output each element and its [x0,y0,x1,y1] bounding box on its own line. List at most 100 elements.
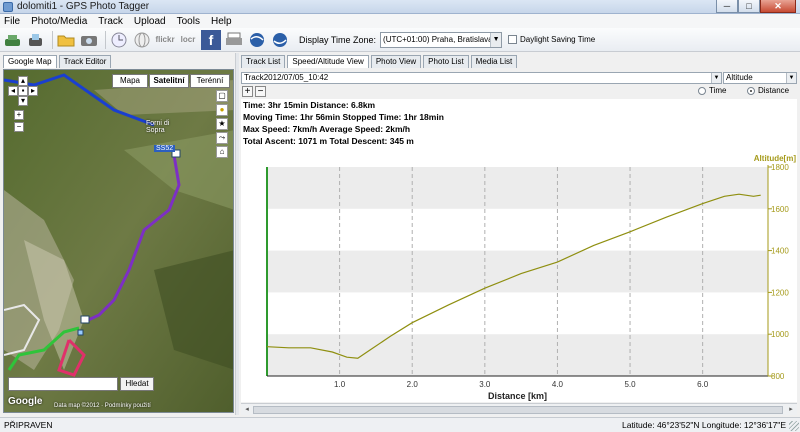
photo-marker[interactable] [80,315,90,324]
x-tick-label: 2.0 [407,380,419,389]
x-tick-label: 6.0 [697,380,709,389]
toolbar-separator [52,30,53,49]
map-type-satellite[interactable]: Satelitní [149,74,189,88]
menu-upload[interactable]: Upload [134,16,166,27]
scroll-left-icon[interactable]: ◂ [242,405,252,415]
map-type-map[interactable]: Mapa [112,74,148,88]
map-side-controls: ▢ ● ★ ⤳ ⌂ [216,90,230,158]
scroll-thumb[interactable] [253,406,783,414]
open-folder-icon[interactable] [56,30,76,50]
track-stats: Time: 3hr 15min Distance: 6.8km Moving T… [241,99,797,147]
flickr-icon[interactable]: flickr [155,30,175,50]
map-search-input[interactable] [8,377,118,391]
altitude-chart[interactable]: 1.0 2.0 3.0 4.0 5.0 6.0 800 1000 1200 1400 1600 180… [241,147,797,402]
road-badge: SS52 [154,145,176,152]
tab-google-map[interactable]: Google Map [3,55,57,68]
route-icon[interactable]: ⤳ [216,132,228,144]
google-logo: Google [8,396,43,407]
x-axis-label: Distance [km] [488,391,547,401]
clock-icon[interactable] [109,30,129,50]
timezone-value: (UTC+01:00) Praha, Bratislava, Buda [383,35,501,44]
y-axis-label: Altitude[m] [754,154,797,163]
map-view[interactable]: Mapa Satelitní Terénní ▴ ◂ ▪ ▸ ▾ + − ▢ ●… [3,69,234,413]
status-text: PŘIPRAVEN [4,420,53,430]
satellite-imagery [4,70,233,412]
horizontal-scrollbar[interactable]: ◂ ▸ [241,403,797,415]
track-select-value: Track2012/07/05_10:42 [244,73,329,82]
right-tab-strip: Track List Speed/Altitude View Photo Vie… [241,55,519,69]
map-type-terrain[interactable]: Terénní [190,74,230,88]
menu-file[interactable]: File [4,16,20,27]
x-tick-label: 1.0 [334,380,346,389]
tab-track-list[interactable]: Track List [241,55,286,68]
stats-time-distance: Time: 3hr 15min Distance: 6.8km [243,100,376,110]
tab-media-list[interactable]: Media List [470,55,518,68]
pan-right-icon[interactable]: ▸ [28,86,38,96]
facebook-icon[interactable]: f [201,29,221,50]
toolbar-separator [105,30,106,49]
maximize-button[interactable]: □ [738,0,760,13]
pan-down-icon[interactable]: ▾ [18,96,28,106]
dst-label: Daylight Saving Time [520,35,596,44]
time-radio[interactable] [698,86,706,95]
tab-photo-list[interactable]: Photo List [423,55,469,68]
printer-icon[interactable] [224,30,244,50]
pan-left-icon[interactable]: ◂ [8,86,18,96]
timezone-select[interactable]: (UTC+01:00) Praha, Bratislava, Buda ▼ [380,31,503,48]
chevron-down-icon: ▼ [490,32,502,47]
minimize-button[interactable]: ─ [716,0,738,13]
menu-tools[interactable]: Tools [177,16,200,27]
stats-moving-stopped: Moving Time: 1hr 56min Stopped Time: 1hr… [243,112,444,122]
import-icon[interactable] [3,30,23,50]
title-bar: dolomiti1 - GPS Photo Tagger ─ □ ✕ [0,0,800,14]
window-controls: ─ □ ✕ [716,0,796,13]
home-icon[interactable]: ⌂ [216,146,228,158]
google-earth-2-icon[interactable] [270,30,290,50]
chart-zoom-in-button[interactable]: + [242,86,253,97]
menu-help[interactable]: Help [211,16,232,27]
save-icon[interactable] [26,30,46,50]
tab-speed-altitude[interactable]: Speed/Altitude View [287,55,369,68]
close-button[interactable]: ✕ [760,0,796,13]
star-icon[interactable]: ★ [216,118,228,130]
pan-up-icon[interactable]: ▴ [18,76,28,86]
zoom-out-icon[interactable]: − [14,122,24,132]
photo-marker[interactable] [77,329,84,336]
x-tick-label: 5.0 [624,380,636,389]
track-select[interactable]: Track2012/07/05_10:42 ▼ [241,72,722,84]
pegman-icon[interactable]: ● [216,104,228,116]
zoom-in-icon[interactable]: + [14,110,24,120]
distance-radio[interactable] [747,86,755,95]
pane-splitter[interactable] [235,53,239,415]
y-axis-select-value: Altitude [726,73,753,82]
y-tick-label: 1000 [771,330,789,339]
distance-radio-label: Distance [758,86,790,95]
mode-time[interactable]: Time [698,86,726,95]
scroll-right-icon[interactable]: ▸ [786,405,796,415]
y-tick-label: 800 [771,372,785,381]
y-tick-label: 1600 [771,205,789,214]
chart-zoom-out-button[interactable]: − [255,86,266,97]
chevron-down-icon: ▼ [711,73,721,83]
mode-distance[interactable]: Distance [747,86,789,95]
resize-grip-icon[interactable] [789,421,799,431]
x-tick-label: 4.0 [552,380,564,389]
camera-icon[interactable] [79,30,99,50]
stats-ascent-descent: Total Ascent: 1071 m Total Descent: 345 … [243,136,414,146]
dst-checkbox[interactable] [508,35,518,44]
altitude-chart-svg: 1.0 2.0 3.0 4.0 5.0 6.0 800 1000 1200 1400 1600 180… [266,154,797,401]
search-button[interactable]: Hledat [120,377,154,391]
pan-center-icon[interactable]: ▪ [18,86,28,96]
menu-photo-media[interactable]: Photo/Media [31,16,87,27]
timezone-label: Display Time Zone: [299,34,377,45]
flickr-label: flickr [155,35,175,44]
google-earth-icon[interactable] [247,30,267,50]
square-icon[interactable]: ▢ [216,90,228,102]
y-axis-select[interactable]: Altitude ▼ [723,72,797,84]
menu-track[interactable]: Track [98,16,123,27]
y-tick-label: 1800 [771,163,789,172]
tab-track-editor[interactable]: Track Editor [58,55,112,68]
locr-icon[interactable]: locr [178,30,198,50]
tab-photo-view[interactable]: Photo View [370,55,422,68]
globe-icon[interactable] [132,30,152,50]
